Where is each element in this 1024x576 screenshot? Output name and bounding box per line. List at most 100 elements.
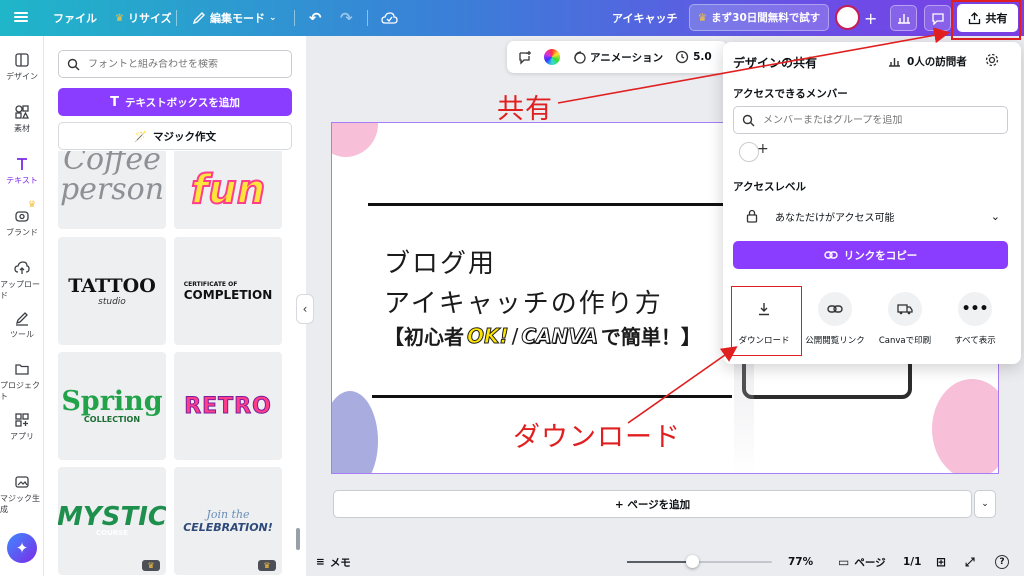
font-combo-tile[interactable]: MYSTIC COURSE ♛ bbox=[58, 467, 166, 575]
add-comment-icon[interactable] bbox=[517, 50, 532, 65]
add-page-button[interactable]: + ページを追加 bbox=[333, 490, 972, 518]
copy-link-button[interactable]: リンクをコピー bbox=[733, 241, 1008, 269]
gear-icon[interactable] bbox=[984, 52, 1000, 68]
menu-icon[interactable] bbox=[14, 10, 28, 24]
chevron-left-icon: ‹ bbox=[302, 302, 308, 316]
font-combo-tile[interactable]: fun bbox=[174, 151, 282, 229]
font-search-input[interactable] bbox=[88, 58, 278, 70]
tile-text: RETRO bbox=[184, 393, 272, 419]
lock-icon bbox=[746, 209, 758, 223]
file-menu[interactable]: ファイル bbox=[53, 0, 97, 36]
free-trial-button[interactable]: ♛ まず30日間無料で試す bbox=[689, 4, 829, 31]
doc-title[interactable]: アイキャッチ bbox=[612, 0, 677, 36]
member-avatar[interactable] bbox=[739, 142, 759, 162]
undo-icon[interactable]: ↶ bbox=[309, 0, 322, 36]
magic-assistant-button[interactable]: ✦ bbox=[7, 533, 37, 563]
add-page-dropdown[interactable]: ⌄ bbox=[974, 490, 996, 518]
rail-label: ツール bbox=[10, 330, 34, 339]
font-combo-grid: Coffee person fun TATTOO studio CERTIFIC… bbox=[58, 151, 292, 576]
font-combo-tile[interactable]: CERTIFICATE OF COMPLETION bbox=[174, 237, 282, 345]
zoom-level[interactable]: 77% bbox=[788, 556, 813, 568]
premium-badge: ♛ bbox=[258, 560, 276, 571]
link-icon bbox=[824, 251, 838, 259]
rail-item-projects[interactable]: プロジェクト bbox=[0, 361, 44, 402]
font-combo-tile[interactable]: TATTOO studio bbox=[58, 237, 166, 345]
rail-item-uploads[interactable]: アップロード bbox=[0, 260, 44, 301]
help-icon[interactable]: ? bbox=[995, 555, 1009, 569]
left-rail: デザイン 素材 テキスト ブランド ♛ アップロード ツール プロジェクト アプ… bbox=[0, 36, 44, 576]
color-picker[interactable] bbox=[544, 49, 560, 65]
headline-line3[interactable]: 【初心者 OK! / CANVA で簡単！】 bbox=[384, 321, 701, 350]
brand-icon bbox=[15, 211, 29, 222]
font-search[interactable] bbox=[58, 50, 292, 78]
show-all-option[interactable]: ••• すべて表示 bbox=[945, 292, 1005, 346]
download-annotation: ダウンロード bbox=[513, 422, 681, 453]
pages-button[interactable]: ▭ ページ bbox=[838, 555, 886, 570]
divider bbox=[176, 10, 177, 26]
pink-blob bbox=[932, 379, 998, 473]
add-member-icon[interactable]: + bbox=[757, 141, 769, 157]
print-option[interactable]: Canvaで印刷 bbox=[875, 292, 935, 346]
avatar[interactable] bbox=[835, 5, 860, 30]
rail-label: テキスト bbox=[6, 176, 38, 185]
comment-button[interactable] bbox=[924, 5, 951, 31]
zoom-slider-fill bbox=[627, 561, 692, 563]
tile-text: Join the bbox=[206, 508, 250, 521]
rail-item-magic-media[interactable]: マジック生成 bbox=[0, 474, 44, 515]
access-level-value: あなただけがアクセス可能 bbox=[775, 212, 895, 224]
magic-write-button[interactable]: 🪄 マジック作文 bbox=[58, 122, 292, 150]
chevron-down-icon: ⌄ bbox=[981, 499, 989, 509]
font-combo-tile[interactable]: Coffee person bbox=[58, 151, 166, 229]
rail-item-design[interactable]: デザイン bbox=[0, 52, 44, 82]
access-level-select[interactable]: あなただけがアクセス可能 ⌄ bbox=[733, 202, 1008, 230]
grid-view-icon[interactable]: ⊞ bbox=[936, 555, 946, 569]
cloud-saved-icon[interactable] bbox=[381, 0, 398, 36]
zoom-slider[interactable] bbox=[627, 555, 772, 568]
rail-item-elements[interactable]: 素材 bbox=[0, 104, 44, 134]
animation-button[interactable]: アニメーション bbox=[572, 50, 663, 65]
visitors-count[interactable]: 0人の訪問者 bbox=[888, 54, 967, 69]
member-search-input[interactable] bbox=[763, 114, 993, 126]
divider-line bbox=[368, 203, 728, 206]
collapse-panel-button[interactable]: ‹ bbox=[296, 294, 314, 324]
font-combo-tile[interactable]: Spring COLLECTION bbox=[58, 352, 166, 460]
rail-item-brand[interactable]: ブランド bbox=[0, 208, 44, 238]
redo-icon[interactable]: ↷ bbox=[340, 0, 353, 36]
timing-label: 5.0 bbox=[693, 51, 712, 63]
font-combo-tile[interactable]: Join the CELEBRATION! ♛ bbox=[174, 467, 282, 575]
public-link-option[interactable]: 公開閲覧リンク bbox=[805, 292, 865, 346]
animation-icon bbox=[574, 51, 586, 64]
notes-button[interactable]: ≡ メモ bbox=[316, 555, 351, 570]
text-panel: T テキストボックスを追加 🪄 マジック作文 Coffee person fun… bbox=[44, 36, 306, 576]
headline-text: 【初心者 bbox=[384, 325, 464, 349]
fullscreen-icon[interactable]: ⤢ bbox=[965, 555, 975, 570]
resize-button[interactable]: ♛ リサイズ bbox=[115, 0, 172, 36]
member-search[interactable] bbox=[733, 106, 1008, 134]
panel-scrollbar[interactable] bbox=[296, 528, 300, 550]
share-annotation: 共有 bbox=[497, 94, 553, 125]
tile-text: Spring bbox=[61, 385, 163, 417]
edit-mode-button[interactable]: 編集モード ⌄ bbox=[192, 0, 277, 36]
timing-button[interactable]: 5.0 bbox=[675, 50, 712, 64]
share-popover-title: デザインの共有 bbox=[733, 56, 818, 70]
rail-item-tools[interactable]: ツール bbox=[0, 310, 44, 340]
search-icon bbox=[742, 114, 755, 126]
headline-line2[interactable]: アイキャッチの作り方 bbox=[384, 283, 663, 320]
zoom-slider-knob[interactable] bbox=[686, 555, 699, 568]
add-textbox-button[interactable]: T テキストボックスを追加 bbox=[58, 88, 292, 116]
tile-text: CELEBRATION! bbox=[183, 521, 273, 534]
magic-media-icon bbox=[15, 476, 29, 488]
rail-item-apps[interactable]: アプリ bbox=[0, 412, 44, 442]
add-textbox-label: テキストボックスを追加 bbox=[125, 96, 240, 109]
copy-link-label: リンクをコピー bbox=[843, 249, 918, 262]
crown-icon: ♛ bbox=[147, 561, 155, 570]
headline-line1[interactable]: ブログ用 bbox=[384, 243, 496, 280]
add-collaborator-icon[interactable]: + bbox=[864, 0, 877, 36]
notes-icon: ≡ bbox=[316, 556, 325, 568]
insights-button[interactable] bbox=[890, 5, 917, 31]
show-all-label: すべて表示 bbox=[954, 336, 996, 346]
rail-item-text[interactable]: テキスト bbox=[0, 156, 44, 186]
purple-blob bbox=[332, 391, 378, 473]
font-combo-tile[interactable]: RETRO bbox=[174, 352, 282, 460]
add-page-label: + ページを追加 bbox=[614, 498, 691, 511]
